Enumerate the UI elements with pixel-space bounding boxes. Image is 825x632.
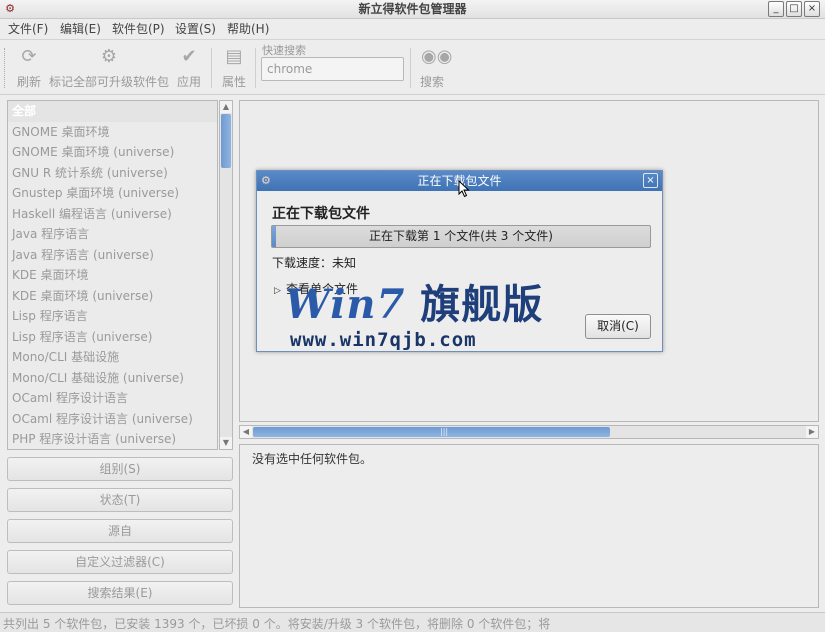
category-item[interactable]: Mono/CLI 基础设施 (universe) xyxy=(8,368,217,389)
search-label: 搜索 xyxy=(419,75,444,89)
status-bar: 共列出 5 个软件包，已安装 1393 个，已坏损 0 个。将安装/升级 3 个… xyxy=(0,612,825,632)
properties-label: 属性 xyxy=(221,75,246,89)
scrollbar-thumb[interactable]: ||| xyxy=(253,427,610,437)
properties-button[interactable]: ▤ 属性 xyxy=(219,46,249,90)
menu-file[interactable]: 文件(F) xyxy=(8,22,48,37)
toolbar-separator xyxy=(410,48,411,88)
custom-filters-button[interactable]: 自定义过滤器(C) xyxy=(7,550,233,574)
category-item[interactable]: Java 程序语言 (universe) xyxy=(8,245,217,266)
category-item[interactable]: KDE 桌面环境 xyxy=(8,265,217,286)
status-text: 共列出 5 个软件包，已安装 1393 个，已坏损 0 个。将安装/升级 3 个… xyxy=(3,617,551,631)
mark-all-upgrades-button[interactable]: ⚙ 标记全部可升级软件包 xyxy=(49,46,169,90)
upgrade-icon: ⚙ xyxy=(100,46,118,67)
toolbar-grip[interactable] xyxy=(4,48,7,88)
package-details-panel: 没有选中任何软件包。 xyxy=(239,444,819,608)
search-button[interactable]: ◉◉ 搜索 xyxy=(416,46,453,90)
status-button[interactable]: 状态(T) xyxy=(7,488,233,512)
toolbar-separator xyxy=(255,48,256,88)
category-item[interactable]: GNOME 桌面环境 (universe) xyxy=(8,142,217,163)
reload-button[interactable]: ⟳ 刷新 xyxy=(14,46,44,90)
toolbar-separator xyxy=(211,48,212,88)
binoculars-icon: ◉◉ xyxy=(421,46,453,67)
quick-search-label: 快速搜索 xyxy=(262,44,306,57)
package-list-hscrollbar[interactable]: ◀ ||| ▶ xyxy=(239,425,819,439)
search-results-button[interactable]: 搜索结果(E) xyxy=(7,581,233,605)
scroll-left-icon[interactable]: ◀ xyxy=(240,426,252,438)
category-item[interactable]: OCaml 程序设计语言 xyxy=(8,388,217,409)
dialog-close-button[interactable]: × xyxy=(643,173,658,188)
watermark-brand: Win7 旗舰版 xyxy=(285,281,544,328)
menu-settings[interactable]: 设置(S) xyxy=(175,22,216,37)
apply-label: 应用 xyxy=(176,75,201,89)
category-item[interactable]: Haskell 编程语言 (universe) xyxy=(8,204,217,225)
download-speed: 下载速度：未知 xyxy=(272,256,357,270)
category-item[interactable]: Lisp 程序语言 xyxy=(8,306,217,327)
watermark-logo: Win7 旗舰版 www.win7qjb.com xyxy=(285,283,542,355)
origin-button[interactable]: 源自 xyxy=(7,519,233,543)
apply-button[interactable]: ✔ 应用 xyxy=(174,46,204,90)
scroll-down-icon[interactable]: ▼ xyxy=(220,437,232,449)
no-package-selected-text: 没有选中任何软件包。 xyxy=(252,452,373,466)
category-item[interactable]: OCaml 程序设计语言 (universe) xyxy=(8,409,217,430)
category-item[interactable]: GNU R 统计系统 (universe) xyxy=(8,163,217,184)
sections-button[interactable]: 组别(S) xyxy=(7,457,233,481)
window-title: 新立得软件包管理器 xyxy=(358,2,467,16)
synaptic-window: ⚙ 新立得软件包管理器 _ □ × 文件(F) 编辑(E) 软件包(P) 设置(… xyxy=(0,0,825,632)
watermark-brand-latin: Win7 xyxy=(285,281,406,328)
title-bar: ⚙ 新立得软件包管理器 _ □ × xyxy=(0,0,825,19)
category-item[interactable]: Lisp 程序语言 (universe) xyxy=(8,327,217,348)
dialog-heading: 正在下载包文件 xyxy=(272,206,370,222)
minimize-button[interactable]: _ xyxy=(768,1,784,17)
quick-search-input[interactable] xyxy=(261,57,404,81)
menu-bar: 文件(F) 编辑(E) 软件包(P) 设置(S) 帮助(H) xyxy=(0,19,825,40)
watermark-brand-cn: 旗舰版 xyxy=(420,282,544,328)
progress-text: 正在下载第 1 个文件(共 3 个文件) xyxy=(369,229,553,243)
category-item[interactable]: Mono/CLI 基础设施 xyxy=(8,347,217,368)
category-item[interactable]: GNOME 桌面环境 xyxy=(8,122,217,143)
maximize-button[interactable]: □ xyxy=(786,1,802,17)
category-scrollbar[interactable]: ▲ ▼ xyxy=(219,100,233,450)
menu-edit[interactable]: 编辑(E) xyxy=(60,22,101,37)
toolbar: ⟳ 刷新 ⚙ 标记全部可升级软件包 ✔ 应用 ▤ 属性 快速搜索 ◉◉ 搜索 xyxy=(0,40,825,95)
mark-all-upgrades-label: 标记全部可升级软件包 xyxy=(49,75,170,89)
category-item[interactable]: PHP 程序设计语言 (universe) xyxy=(8,429,217,449)
mouse-pointer-icon xyxy=(458,180,470,198)
menu-help[interactable]: 帮助(H) xyxy=(227,22,269,37)
scrollbar-thumb[interactable] xyxy=(221,114,231,168)
refresh-icon: ⟳ xyxy=(21,46,37,67)
category-item[interactable]: KDE 桌面环境 (universe) xyxy=(8,286,217,307)
category-item[interactable]: Gnustep 桌面环境 (universe) xyxy=(8,183,217,204)
close-button[interactable]: × xyxy=(804,1,820,17)
watermark-url: www.win7qjb.com xyxy=(290,329,477,351)
checkmark-icon: ✔ xyxy=(181,46,197,67)
category-item[interactable]: 全部 xyxy=(8,101,217,122)
category-list[interactable]: 全部 GNOME 桌面环境 GNOME 桌面环境 (universe) GNU … xyxy=(7,100,218,450)
category-item[interactable]: Java 程序语言 xyxy=(8,224,217,245)
properties-icon: ▤ xyxy=(225,46,243,67)
scroll-right-icon[interactable]: ▶ xyxy=(806,426,818,438)
cancel-button[interactable]: 取消(C) xyxy=(585,314,651,339)
reload-label: 刷新 xyxy=(16,75,41,89)
menu-package[interactable]: 软件包(P) xyxy=(112,22,165,37)
scroll-up-icon[interactable]: ▲ xyxy=(220,101,232,113)
download-progress-bar: 正在下载第 1 个文件(共 3 个文件) xyxy=(271,225,651,248)
